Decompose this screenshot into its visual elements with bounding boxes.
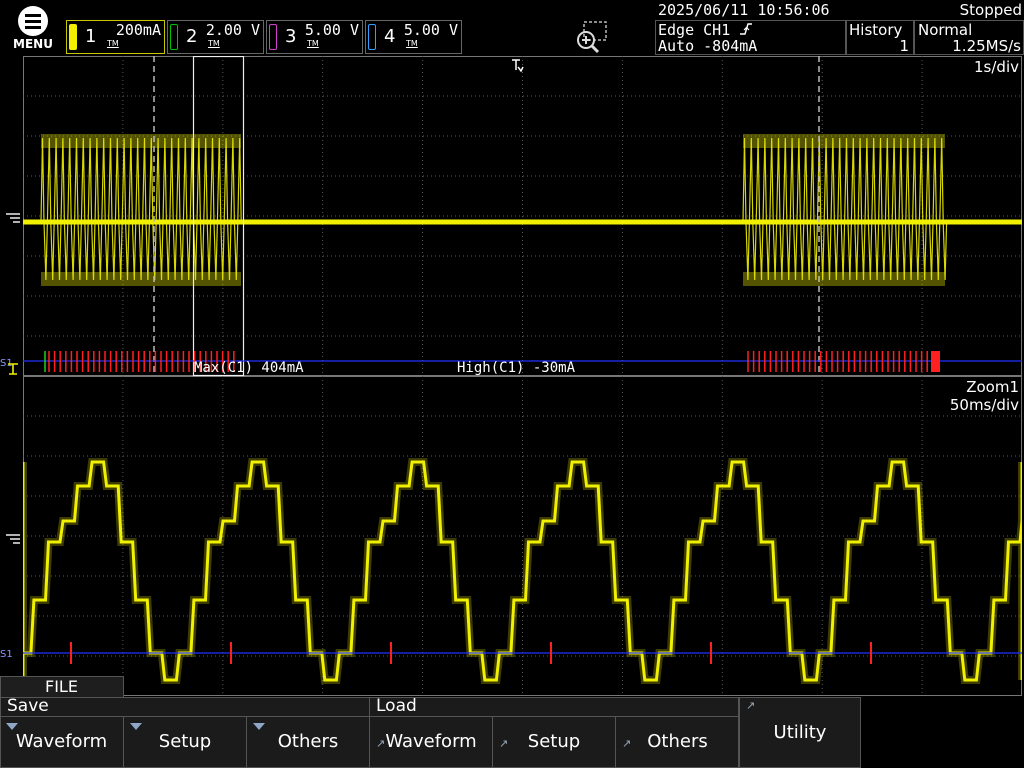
trigger-mode-level: Auto -804mA (658, 37, 758, 55)
menu-button[interactable]: MENU (8, 6, 58, 54)
channel-4-number: 4 (384, 26, 396, 47)
history-box[interactable]: History 1 (846, 20, 914, 55)
channel-2-scale: 2.00 V (205, 21, 260, 39)
burst-upper-band (743, 134, 945, 148)
channel-3-number: 3 (285, 26, 297, 47)
load-waveform-label: Waveform (385, 731, 477, 752)
channel-3-label: TM (307, 39, 319, 48)
channel-1-label: TM (107, 39, 119, 48)
channel-2-number: 2 (186, 26, 198, 47)
channel-2-swatch (170, 24, 178, 50)
zoom-waveform (23, 460, 1022, 682)
dropdown-triangle-icon (6, 723, 18, 730)
ground-marker-bottom-icon (6, 534, 20, 544)
sample-rate: 1.25MS/s (952, 37, 1021, 55)
zoom-title: Zoom1 (966, 378, 1019, 396)
save-group-label: Save (7, 696, 49, 716)
main-timebase: 1s/div (974, 58, 1019, 76)
channel-3-swatch (269, 24, 277, 50)
load-others-key[interactable]: ↗ Others (615, 717, 739, 768)
waveform-display[interactable]: 1s/div Zoom1 50ms/div Max(C1) 404mA High… (23, 56, 1022, 696)
burst-lower-band (41, 272, 241, 286)
zoom-in-icon[interactable] (574, 20, 610, 56)
utility-key[interactable]: ↗ Utility (739, 697, 861, 768)
load-waveform-key[interactable]: ↗ Waveform (369, 717, 492, 768)
channel-4-swatch (368, 24, 376, 50)
channel-4-box[interactable]: 4 5.00 V TM (365, 20, 462, 54)
utility-label: Utility (773, 722, 827, 743)
menu-icon (18, 6, 48, 36)
trigger-position-marker-icon (512, 59, 524, 73)
datetime: 2025/06/11 10:56:06 (658, 1, 830, 19)
popup-icon: ↗ (499, 737, 509, 750)
acquisition-status: Stopped (959, 1, 1022, 19)
save-others-label: Others (277, 731, 339, 752)
load-group-label: Load (376, 696, 417, 716)
channel-1-swatch (69, 24, 77, 50)
save-others-key[interactable]: Others (246, 717, 369, 768)
dropdown-triangle-icon (130, 723, 142, 730)
channel-4-scale: 5.00 V (403, 21, 458, 39)
channel-2-box[interactable]: 2 2.00 V TM (167, 20, 264, 54)
trigger-level-marker-icon (8, 363, 18, 375)
channel-1-scale: 200mA (115, 21, 161, 39)
save-setup-key[interactable]: Setup (123, 717, 246, 768)
channel-2-label: TM (208, 39, 220, 48)
zoom-timebase: 50ms/div (949, 396, 1019, 414)
load-others-label: Others (647, 731, 708, 752)
save-waveform-key[interactable]: Waveform (0, 717, 123, 768)
rising-edge-icon (740, 23, 753, 35)
trigger-box[interactable]: Edge CH1 Auto -804mA (655, 20, 846, 55)
dropdown-triangle-icon (253, 723, 265, 730)
acquisition-box[interactable]: Normal 1.25MS/s (914, 20, 1024, 55)
s1-pulse-end (931, 351, 940, 372)
popup-icon: ↗ (622, 737, 632, 750)
measurement-high: High(C1) -30mA (457, 360, 576, 376)
channel-3-box[interactable]: 3 5.00 V TM (266, 20, 363, 54)
save-waveform-label: Waveform (15, 731, 108, 752)
load-setup-label: Setup (527, 731, 581, 752)
channel-1-number: 1 (85, 26, 97, 47)
channel-4-label: TM (406, 39, 418, 48)
burst-upper-band (41, 134, 241, 148)
menu-label: MENU (13, 37, 53, 51)
load-setup-key[interactable]: ↗ Setup (492, 717, 615, 768)
history-value: 1 (899, 37, 909, 55)
measurement-max: Max(C1) 404mA (194, 360, 304, 376)
channel-1-box[interactable]: 1 200mA TM (66, 20, 165, 54)
popup-icon: ↗ (746, 699, 756, 712)
ground-marker-top-icon (6, 213, 20, 223)
popup-icon: ↗ (376, 737, 386, 750)
file-tab[interactable]: FILE (0, 676, 124, 697)
history-label: History (849, 21, 903, 39)
zoom-waveform-noise (23, 458, 1022, 684)
s1-marker-bottom: S1 (0, 649, 13, 660)
burst-lower-band (743, 272, 945, 286)
channel-3-scale: 5.00 V (304, 21, 359, 39)
save-setup-label: Setup (158, 731, 212, 752)
